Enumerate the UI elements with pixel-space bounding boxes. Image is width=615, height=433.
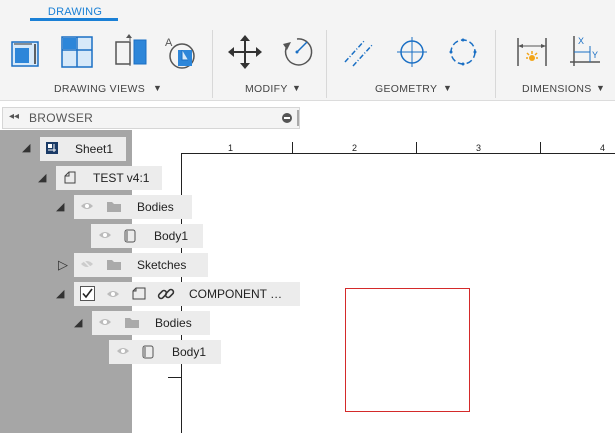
eye-hidden-icon[interactable] (80, 258, 94, 273)
collapse-triangle-icon[interactable]: ◢ (56, 200, 64, 213)
eye-icon[interactable] (106, 288, 120, 303)
eye-icon[interactable] (98, 316, 112, 331)
tree-node-label: Bodies (155, 316, 192, 330)
pin-icon[interactable] (282, 113, 292, 123)
group-label-modify[interactable]: MODIFY (245, 83, 288, 95)
tree-node-label: TEST v4:1 (93, 171, 150, 185)
group-label-drawing-views[interactable]: DRAWING VIEWS (54, 83, 145, 95)
group-separator (212, 30, 213, 98)
ruler-number: 4 (600, 143, 606, 153)
projected-view-icon[interactable] (58, 32, 98, 72)
collapse-triangle-icon[interactable]: ◢ (38, 171, 46, 184)
group-separator (326, 30, 327, 98)
svg-text:Y: Y (592, 50, 598, 60)
linear-dimension-icon[interactable] (512, 32, 552, 72)
center-mark-pattern-icon[interactable] (443, 32, 483, 72)
collapse-triangle-icon[interactable]: ◢ (56, 287, 64, 300)
tree-node-label: Bodies (137, 200, 174, 214)
expand-triangle-icon[interactable]: ▷ (58, 257, 68, 273)
visibility-checkbox[interactable] (80, 286, 95, 304)
ruler-tick (416, 142, 417, 154)
svg-text:X: X (578, 36, 584, 46)
browser-title: BROWSER (29, 111, 94, 125)
eye-icon[interactable] (116, 345, 130, 360)
component-icon (62, 170, 78, 189)
collapse-panel-icon[interactable]: ◂◂ (9, 111, 19, 122)
center-mark-icon[interactable] (392, 32, 432, 72)
ruler-tick (540, 142, 541, 154)
ribbon-toolbar: DRAWING A X Y DRAWING VIEWS ▼ MODIFY ▼ G… (0, 0, 615, 101)
folder-icon (106, 258, 122, 274)
sheet-icon (45, 141, 59, 158)
chevron-down-icon[interactable]: ▼ (596, 83, 605, 93)
tab-drawing[interactable]: DRAWING (32, 6, 118, 18)
drawing-view-frame[interactable] (345, 288, 470, 412)
group-label-dimensions[interactable]: DIMENSIONS (522, 83, 592, 95)
tree-node-component-body1[interactable]: Body1 (109, 340, 221, 364)
detail-view-icon[interactable]: A (162, 32, 202, 72)
tree-node-label: Sketches (137, 258, 187, 272)
body-icon (123, 228, 137, 247)
centerline-icon[interactable] (339, 32, 379, 72)
folder-icon (106, 200, 122, 216)
eye-icon[interactable] (98, 229, 112, 244)
tree-node-label: Body1 (172, 345, 207, 359)
sheet-top-border (181, 153, 615, 154)
ruler-tick (292, 142, 293, 154)
ruler-number: 1 (228, 143, 234, 153)
group-separator (495, 30, 496, 98)
eye-icon[interactable] (80, 200, 94, 215)
ordinate-dimension-icon[interactable]: X Y (564, 32, 604, 72)
ruler-number: 2 (352, 143, 358, 153)
ruler-number: 3 (476, 143, 482, 153)
browser-panel-header: ◂◂ BROWSER (2, 107, 300, 129)
component-icon (131, 286, 147, 305)
collapse-triangle-icon[interactable]: ◢ (22, 141, 30, 154)
chevron-down-icon[interactable]: ▼ (443, 83, 452, 93)
collapse-triangle-icon[interactable]: ◢ (74, 316, 82, 329)
svg-text:A: A (165, 37, 173, 49)
active-tab-indicator (30, 18, 118, 21)
resize-handle[interactable] (297, 110, 299, 126)
tree-node-label: COMPONENT … (189, 287, 283, 301)
chevron-down-icon[interactable]: ▼ (292, 83, 301, 93)
base-view-icon[interactable] (6, 32, 46, 72)
rotate-icon[interactable] (277, 32, 317, 72)
folder-icon (124, 316, 140, 332)
link-icon (157, 285, 175, 306)
body-icon (141, 344, 155, 363)
move-icon[interactable] (225, 32, 265, 72)
tree-node-body1[interactable]: Body1 (91, 224, 203, 248)
group-label-geometry[interactable]: GEOMETRY (375, 83, 437, 95)
tree-node-label: Sheet1 (75, 142, 114, 156)
tree-node-label: Body1 (154, 229, 189, 243)
ruler-tick (168, 377, 182, 378)
chevron-down-icon[interactable]: ▼ (153, 83, 162, 93)
section-view-icon[interactable] (112, 32, 152, 72)
